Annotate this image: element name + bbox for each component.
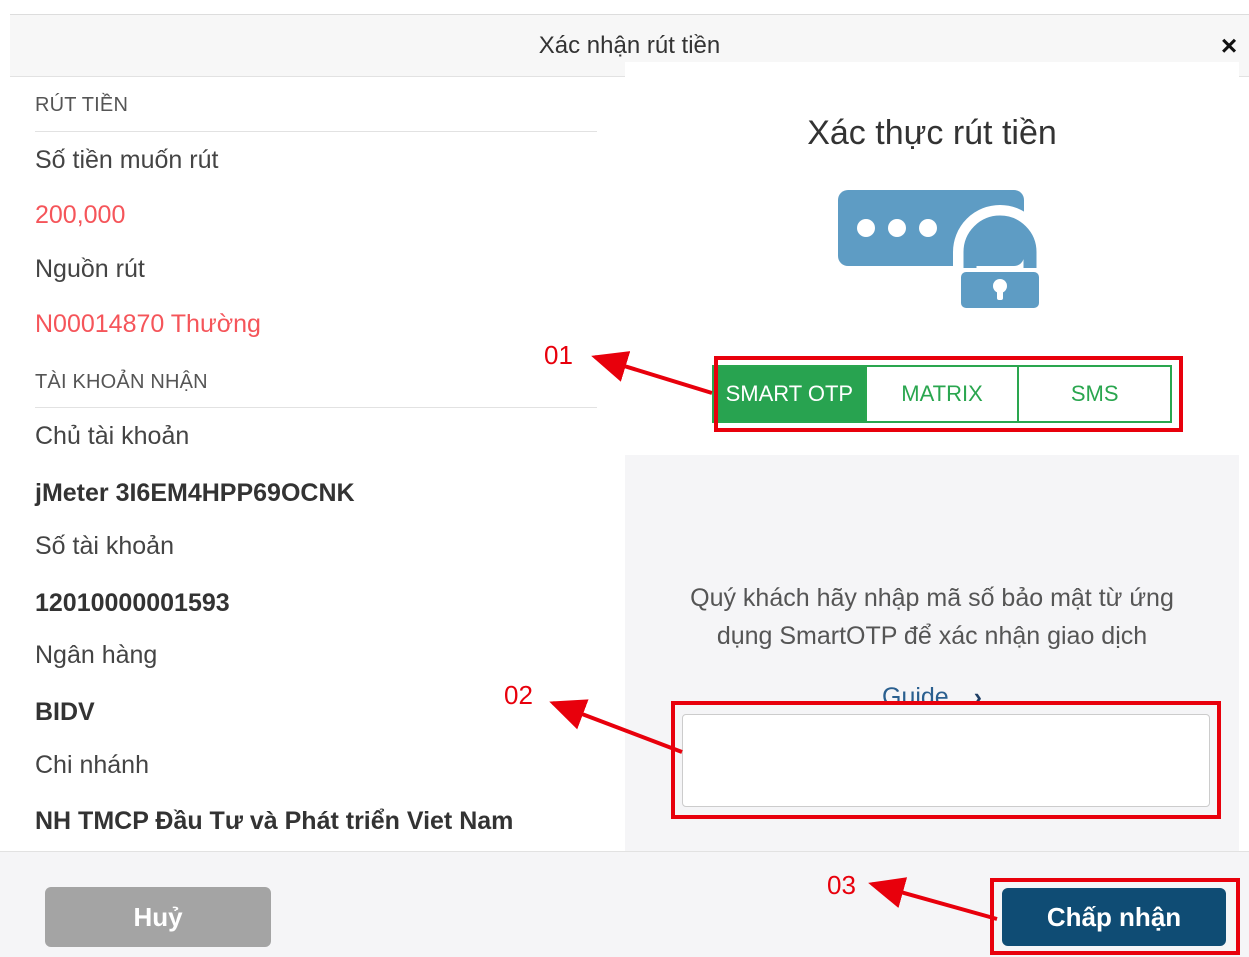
annotation-box-01 [714,356,1183,432]
divider [35,131,597,132]
bank-label: Ngân hàng [35,641,158,669]
password-lock-icon [838,190,1040,312]
source-value: N00014870 Thường [35,310,261,338]
dialog-title: Xác nhận rút tiền [538,32,721,59]
bank-value: BIDV [35,698,95,726]
annotation-label-02: 02 [504,680,533,710]
account-label: Số tài khoản [35,532,174,560]
withdraw-section-title: RÚT TIỀN [35,94,129,116]
amount-value: 200,000 [35,201,126,229]
annotation-box-02 [671,701,1221,819]
receiver-section-title: TÀI KHOẢN NHẬN [35,371,208,393]
divider [35,407,597,408]
instruction-line-2: dụng SmartOTP để xác nhận giao dịch [716,622,1148,650]
holder-label: Chủ tài khoản [35,422,190,450]
annotation-label-03: 03 [827,870,856,900]
annotation-label-01: 01 [544,340,573,370]
otp-instruction: Quý khách hãy nhập mã số bảo mật từ ứng … [625,579,1239,655]
source-label: Nguồn rút [35,255,145,283]
instruction-line-1: Quý khách hãy nhập mã số bảo mật từ ứng [690,584,1174,612]
auth-title: Xác thực rút tiền [807,114,1057,152]
account-value: 12010000001593 [35,589,230,617]
cancel-button[interactable]: Huỷ [45,887,271,947]
branch-value: NH TMCP Đầu Tư và Phát triển Viet Nam [35,807,514,835]
close-icon[interactable]: × [1215,31,1243,61]
amount-label: Số tiền muốn rút [35,146,219,174]
annotation-box-03 [990,878,1240,955]
branch-label: Chi nhánh [35,751,149,779]
holder-value: jMeter 3I6EM4HPP69OCNK [35,479,355,507]
